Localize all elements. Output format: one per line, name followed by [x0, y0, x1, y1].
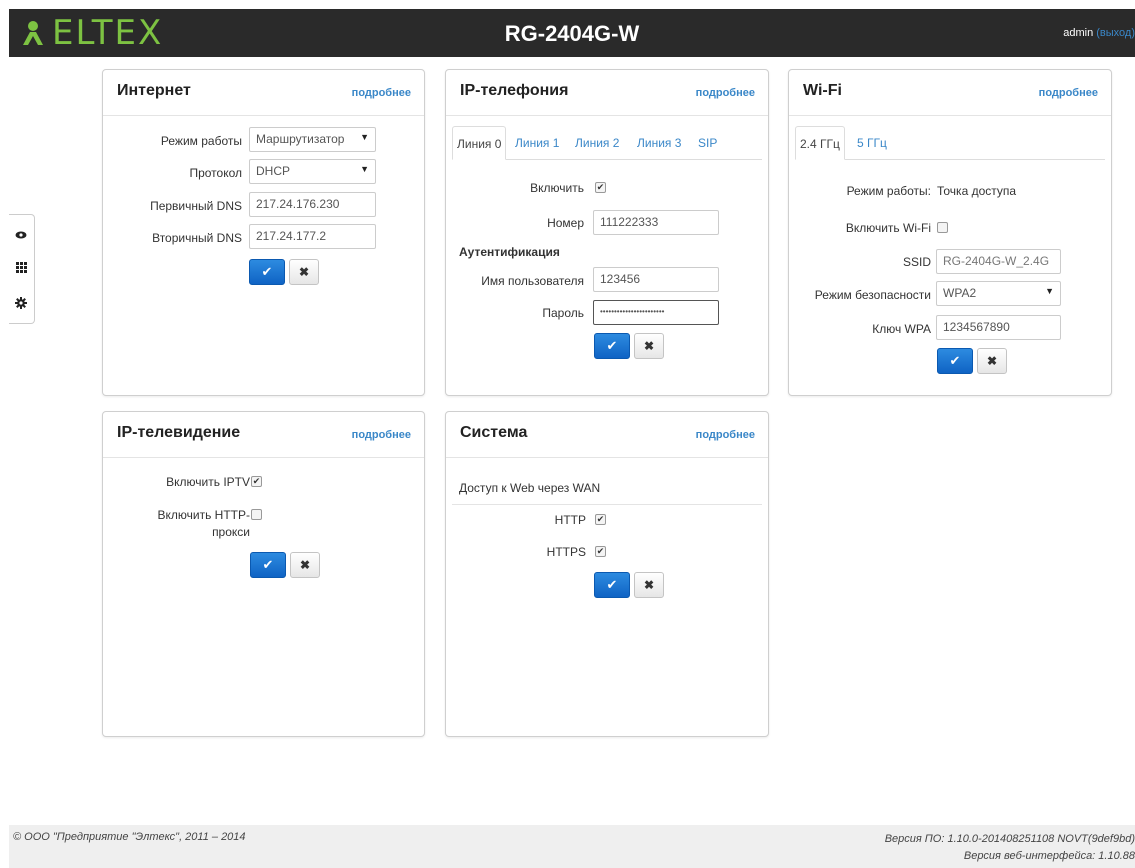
number-input[interactable]: 111222333 — [593, 210, 719, 235]
panel-header: Wi-Fi подробнее — [789, 70, 1111, 116]
http-proxy-checkbox[interactable] — [251, 509, 262, 520]
voip-panel: IP-телефония подробнее Линия 0 Линия 1 Л… — [445, 69, 769, 396]
device-model-title: RG-2404G-W — [504, 21, 640, 46]
web-interface-version: Версия веб-интерфейса: 1.10.88 — [963, 850, 1135, 862]
grid-icon — [15, 261, 27, 273]
system-save-button[interactable]: ✔ — [594, 572, 630, 598]
sip-password-input[interactable]: ••••••••••••••••••••••• — [593, 300, 719, 325]
sip-username-input[interactable]: 123456 — [593, 267, 719, 292]
enable-wifi-label: Включить Wi-Fi — [845, 221, 931, 235]
panel-title: Wi-Fi — [803, 82, 842, 99]
wpa-key-label: Ключ WPA — [872, 322, 931, 336]
enable-line-checkbox[interactable]: ✔ — [595, 182, 606, 193]
https-label: HTTPS — [546, 545, 586, 559]
panel-header: IP-телевидение подробнее — [103, 412, 424, 458]
grid-view-button[interactable] — [9, 257, 33, 277]
wifi-cancel-button[interactable]: ✖ — [977, 348, 1007, 374]
firmware-version: Версия ПО: 1.10.0-201408251108 NOVT(9def… — [884, 833, 1135, 845]
http-proxy-label-line2: прокси — [212, 525, 250, 539]
gear-icon — [15, 297, 27, 309]
panel-title: Система — [460, 424, 528, 441]
password-label: Пароль — [542, 306, 584, 320]
panel-header: Система подробнее — [446, 412, 768, 458]
wifi-panel: Wi-Fi подробнее 2.4 ГГц 5 ГГц Режим рабо… — [788, 69, 1112, 396]
wifi-save-button[interactable]: ✔ — [937, 348, 973, 374]
mode-label: Режим работы — [160, 134, 242, 148]
wifi-mode-value: Точка доступа — [937, 184, 1017, 198]
enable-iptv-checkbox[interactable]: ✔ — [251, 476, 262, 487]
eye-icon — [15, 231, 27, 239]
web-access-heading: Доступ к Web через WAN — [459, 481, 601, 495]
tab-line-0[interactable]: Линия 0 — [452, 126, 507, 160]
ssid-label: SSID — [902, 255, 931, 269]
protocol-select[interactable]: DHCP ▼ — [249, 159, 376, 184]
tab-sip[interactable]: SIP — [694, 126, 721, 160]
top-bar: ELTEX RG-2404G-W admin (выход) — [9, 9, 1135, 57]
system-panel: Система подробнее Доступ к Web через WAN… — [445, 411, 769, 737]
enable-iptv-label: Включить IPTV — [166, 475, 250, 489]
tab-line-2[interactable]: Линия 2 — [571, 126, 623, 160]
iptv-panel: IP-телевидение подробнее Включить IPTV ✔… — [102, 411, 425, 737]
number-label: Номер — [547, 216, 584, 230]
https-checkbox[interactable]: ✔ — [595, 546, 606, 557]
iptv-save-button[interactable]: ✔ — [250, 552, 286, 578]
username-label: Имя пользователя — [481, 274, 584, 288]
dns2-label: Вторичный DNS — [152, 231, 242, 245]
ssid-input[interactable]: RG-2404G-W_2.4G — [936, 249, 1061, 274]
version-info: Версия ПО: 1.10.0-201408251108 NOVT(9def… — [885, 831, 1135, 865]
iptv-more-link[interactable]: подробнее — [352, 429, 411, 441]
dns1-input[interactable]: 217.24.176.230 — [249, 192, 376, 217]
side-toolbar — [9, 214, 35, 324]
http-checkbox[interactable]: ✔ — [595, 514, 606, 525]
iptv-cancel-button[interactable]: ✖ — [290, 552, 320, 578]
wifi-mode-label: Режим работы: — [846, 184, 931, 198]
user-area: admin (выход) — [1063, 27, 1135, 39]
internet-panel: Интернет подробнее Режим работы Маршрути… — [102, 69, 425, 396]
copyright-text: © ООО "Предприятие "Элтекс", 2011 – 2014 — [13, 831, 246, 843]
wpa-key-input[interactable]: 1234567890 — [936, 315, 1061, 340]
section-divider — [452, 504, 762, 505]
voip-more-link[interactable]: подробнее — [696, 87, 755, 99]
wifi-band-tabs: 2.4 ГГц 5 ГГц — [795, 126, 1105, 160]
security-mode-label: Режим безопасности — [814, 288, 931, 302]
tab-line-1[interactable]: Линия 1 — [511, 126, 563, 160]
security-mode-select[interactable]: WPA2 ▼ — [936, 281, 1061, 306]
tab-2-4ghz[interactable]: 2.4 ГГц — [795, 126, 845, 160]
enable-line-label: Включить — [530, 181, 584, 195]
dns1-label: Первичный DNS — [150, 199, 242, 213]
panel-title: Интернет — [117, 82, 191, 99]
logout-link[interactable]: (выход) — [1096, 27, 1135, 39]
panel-header: IP-телефония подробнее — [446, 70, 768, 116]
internet-save-button[interactable]: ✔ — [249, 259, 285, 285]
auth-heading: Аутентификация — [459, 245, 560, 259]
wifi-more-link[interactable]: подробнее — [1039, 87, 1098, 99]
mode-select[interactable]: Маршрутизатор ▼ — [249, 127, 376, 152]
voip-cancel-button[interactable]: ✖ — [634, 333, 664, 359]
tab-line-3[interactable]: Линия 3 — [633, 126, 685, 160]
system-cancel-button[interactable]: ✖ — [634, 572, 664, 598]
tab-5ghz[interactable]: 5 ГГц — [853, 126, 891, 160]
settings-button[interactable] — [9, 293, 33, 313]
username: admin — [1063, 27, 1094, 39]
system-more-link[interactable]: подробнее — [696, 429, 755, 441]
dns2-input[interactable]: 217.24.177.2 — [249, 224, 376, 249]
voip-line-tabs: Линия 0 Линия 1 Линия 2 Линия 3 SIP — [452, 126, 762, 160]
http-proxy-label-line1: Включить HTTP- — [157, 508, 251, 522]
http-label: HTTP — [554, 513, 586, 527]
panel-header: Интернет подробнее — [103, 70, 424, 116]
panel-title: IP-телефония — [460, 82, 569, 99]
internet-cancel-button[interactable]: ✖ — [289, 259, 319, 285]
enable-wifi-checkbox[interactable] — [937, 222, 948, 233]
monitoring-button[interactable] — [9, 225, 33, 245]
voip-save-button[interactable]: ✔ — [594, 333, 630, 359]
footer: © ООО "Предприятие "Элтекс", 2011 – 2014… — [9, 825, 1135, 868]
panel-title: IP-телевидение — [117, 424, 241, 441]
protocol-label: Протокол — [189, 166, 242, 180]
internet-more-link[interactable]: подробнее — [352, 87, 411, 99]
